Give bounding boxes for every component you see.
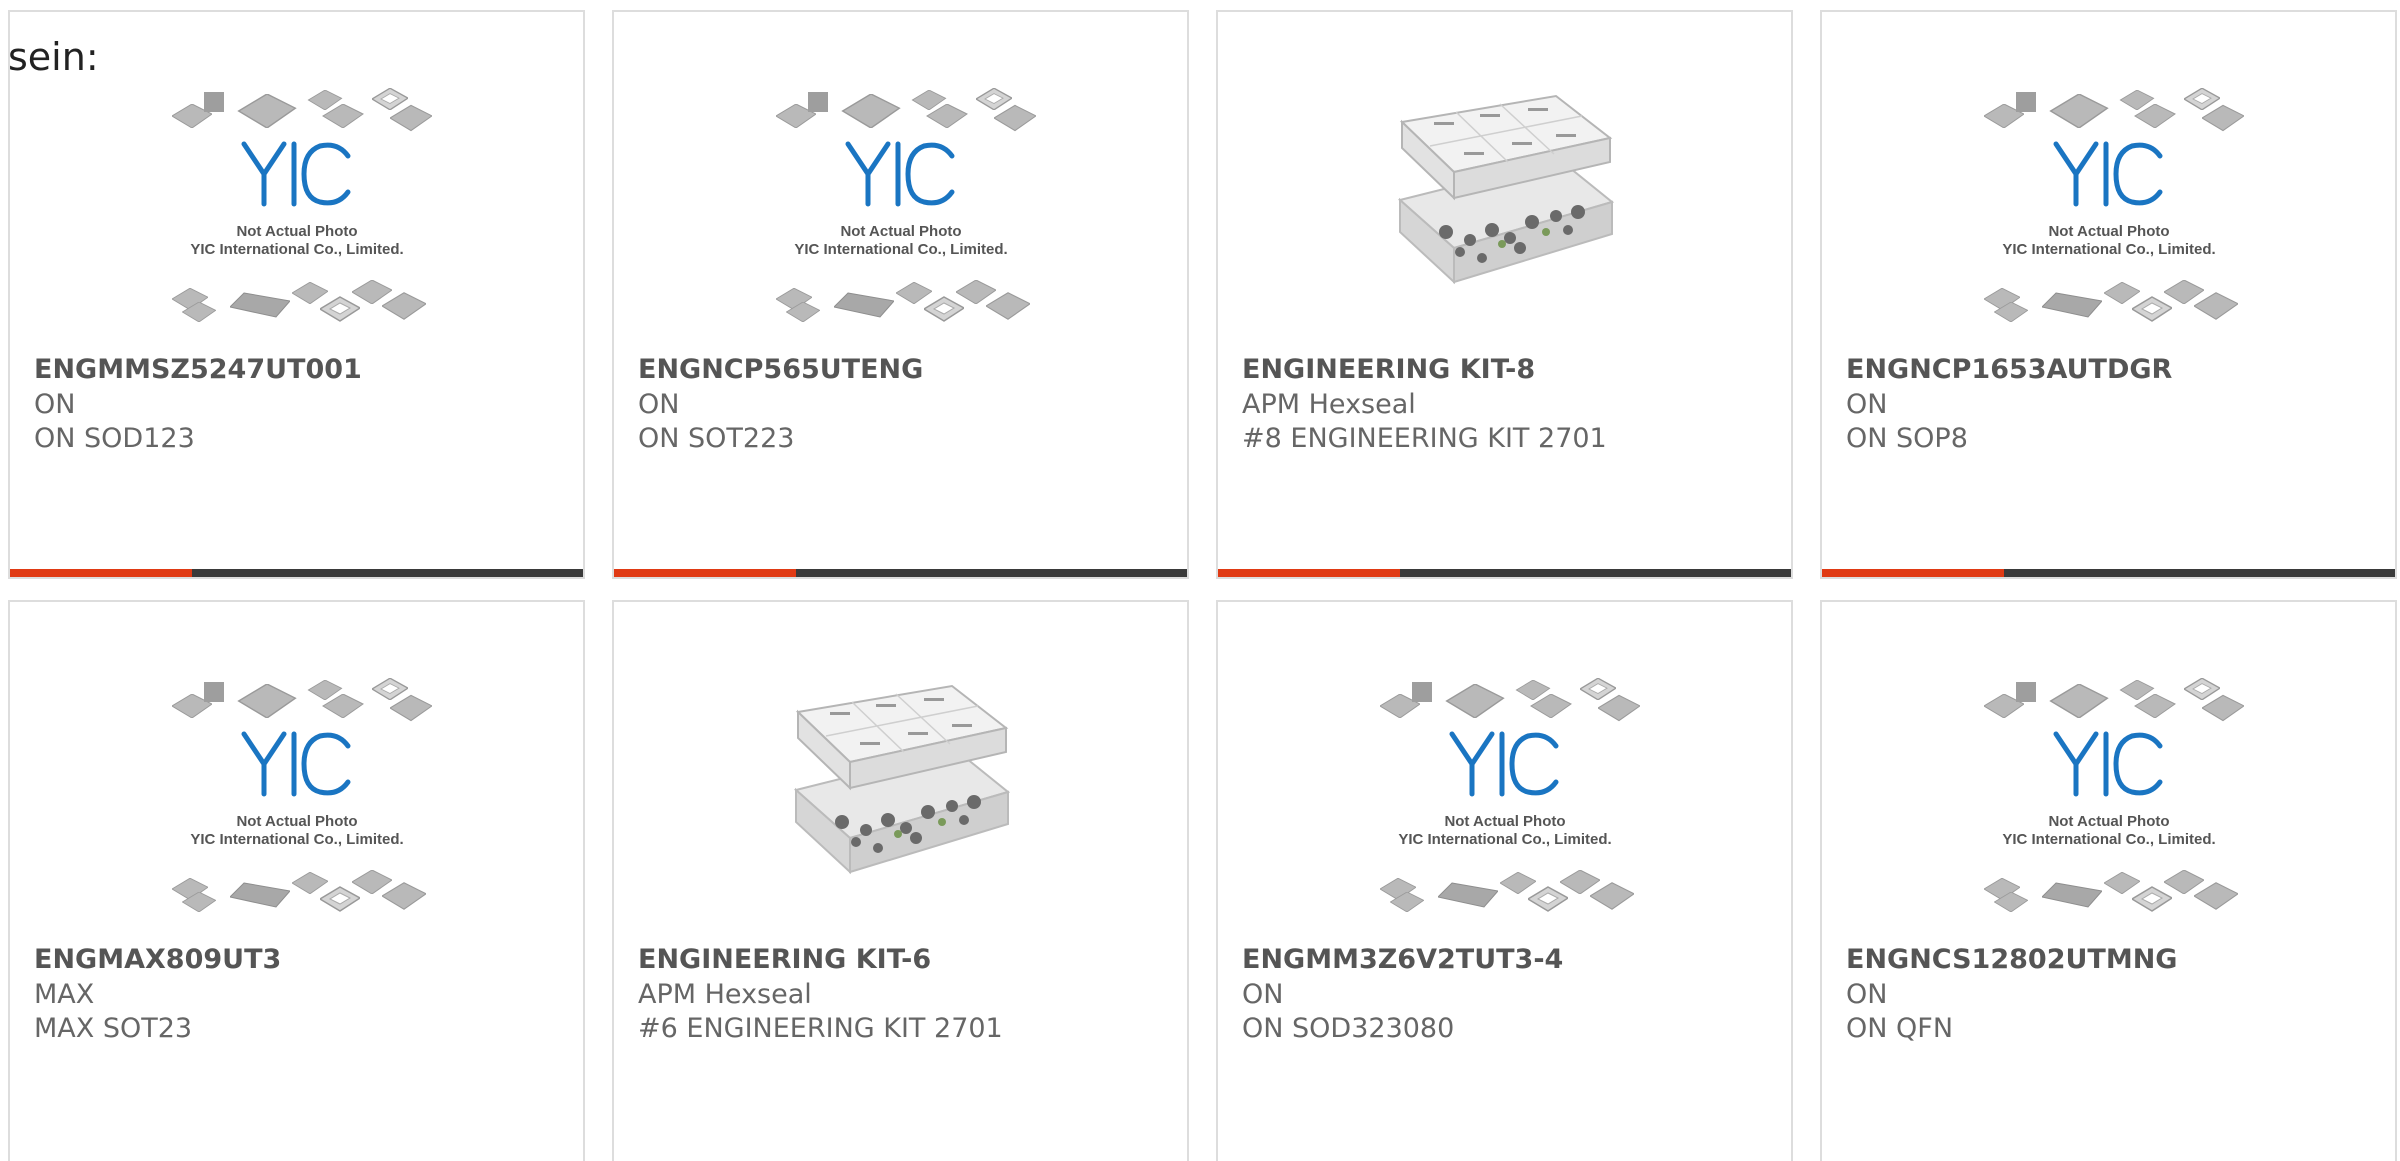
company-caption-text: YIC International Co., Limited. <box>2002 831 2215 848</box>
card-accent-bar <box>614 569 1187 577</box>
yic-logo <box>845 141 954 207</box>
description: ON SOP8 <box>1846 423 1968 454</box>
manufacturer: ON <box>1846 389 1888 420</box>
placeholder-image: Not Actual Photo YIC International Co., … <box>1822 672 2395 942</box>
yic-logo <box>2053 731 2162 797</box>
not-actual-photo-text: Not Actual Photo <box>236 223 357 240</box>
product-card[interactable]: Not Actual Photo YIC International Co., … <box>1820 10 2397 579</box>
card-accent-bar <box>1822 569 2395 577</box>
not-actual-photo-text: Not Actual Photo <box>2048 813 2169 830</box>
manufacturer: ON <box>1846 979 1888 1010</box>
description: #8 ENGINEERING KIT 2701 <box>1242 423 1607 454</box>
yic-logo <box>1449 731 1558 797</box>
placeholder-image: Not Actual Photo YIC International Co., … <box>1822 82 2395 352</box>
part-number[interactable]: ENGNCP1653AUTDGR <box>1846 352 2385 388</box>
manufacturer: ON <box>1242 979 1284 1010</box>
placeholder-image: Not Actual Photo YIC International Co., … <box>10 672 583 942</box>
yic-logo <box>2053 141 2162 207</box>
placeholder-image: Not Actual Photo YIC International Co., … <box>1218 672 1791 942</box>
manufacturer: APM Hexseal <box>638 979 812 1010</box>
manufacturer: MAX <box>34 979 95 1010</box>
product-grid: Not Actual Photo YIC International Co., … <box>0 0 2400 1161</box>
product-info: ENGNCP1653AUTDGR ON ON SOP8 <box>1846 352 2385 456</box>
kit-box-image <box>1218 82 1791 352</box>
product-info: ENGINEERING KIT-6 APM Hexseal #6 ENGINEE… <box>638 942 1177 1046</box>
product-card[interactable]: ENGINEERING KIT-6 APM Hexseal #6 ENGINEE… <box>612 600 1189 1161</box>
company-caption-text: YIC International Co., Limited. <box>1398 831 1611 848</box>
company-caption-text: YIC International Co., Limited. <box>190 241 403 258</box>
description: #6 ENGINEERING KIT 2701 <box>638 1013 1003 1044</box>
product-info: ENGNCP565UTENG ON ON SOT223 <box>638 352 1177 456</box>
card-accent-bar <box>10 569 583 577</box>
placeholder-image: Not Actual Photo YIC International Co., … <box>614 82 1187 352</box>
product-info: ENGINEERING KIT-8 APM Hexseal #8 ENGINEE… <box>1242 352 1781 456</box>
product-card[interactable]: Not Actual Photo YIC International Co., … <box>1216 600 1793 1161</box>
description: ON QFN <box>1846 1013 1954 1044</box>
not-actual-photo-text: Not Actual Photo <box>236 813 357 830</box>
manufacturer: APM Hexseal <box>1242 389 1416 420</box>
company-caption-text: YIC International Co., Limited. <box>2002 241 2215 258</box>
part-number[interactable]: ENGNCS12802UTMNG <box>1846 942 2385 978</box>
not-actual-photo-text: Not Actual Photo <box>1444 813 1565 830</box>
part-number[interactable]: ENGINEERING KIT-8 <box>1242 352 1781 388</box>
part-number[interactable]: ENGMAX809UT3 <box>34 942 573 978</box>
company-caption-text: YIC International Co., Limited. <box>190 831 403 848</box>
part-number[interactable]: ENGNCP565UTENG <box>638 352 1177 388</box>
product-info: ENGNCS12802UTMNG ON ON QFN <box>1846 942 2385 1046</box>
product-info: ENGMM3Z6V2TUT3-4 ON ON SOD323080 <box>1242 942 1781 1046</box>
manufacturer: ON <box>638 389 680 420</box>
placeholder-image: Not Actual Photo YIC International Co., … <box>10 82 583 352</box>
part-number[interactable]: ENGMM3Z6V2TUT3-4 <box>1242 942 1781 978</box>
description: MAX SOT23 <box>34 1013 193 1044</box>
yic-logo <box>241 731 350 797</box>
product-info: ENGMMSZ5247UT001 ON ON SOD123 <box>34 352 573 456</box>
product-card[interactable]: ENGINEERING KIT-8 APM Hexseal #8 ENGINEE… <box>1216 10 1793 579</box>
card-accent-bar <box>1218 569 1791 577</box>
kit-box-image <box>614 672 1187 942</box>
product-info: ENGMAX809UT3 MAX MAX SOT23 <box>34 942 573 1046</box>
part-number[interactable]: ENGINEERING KIT-6 <box>638 942 1177 978</box>
manufacturer: ON <box>34 389 76 420</box>
product-card[interactable]: Not Actual Photo YIC International Co., … <box>8 10 585 579</box>
product-card[interactable]: Not Actual Photo YIC International Co., … <box>612 10 1189 579</box>
not-actual-photo-text: Not Actual Photo <box>840 223 961 240</box>
description: ON SOD123 <box>34 423 195 454</box>
intro-text: sein: <box>8 35 99 79</box>
yic-logo <box>241 141 350 207</box>
not-actual-photo-text: Not Actual Photo <box>2048 223 2169 240</box>
description: ON SOD323080 <box>1242 1013 1455 1044</box>
description: ON SOT223 <box>638 423 795 454</box>
product-card[interactable]: Not Actual Photo YIC International Co., … <box>8 600 585 1161</box>
part-number[interactable]: ENGMMSZ5247UT001 <box>34 352 573 388</box>
product-card[interactable]: Not Actual Photo YIC International Co., … <box>1820 600 2397 1161</box>
company-caption-text: YIC International Co., Limited. <box>794 241 1007 258</box>
